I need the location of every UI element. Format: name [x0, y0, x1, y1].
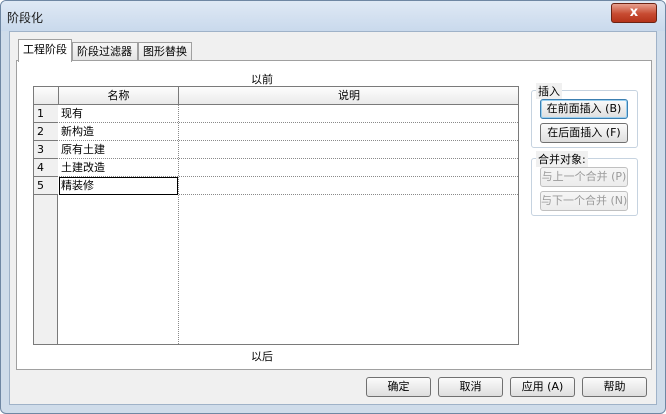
tab-panel: 以前 名称 说明 1 现有 2 新构造 3 原有土建 4 土建改造 5 精装修 … [16, 60, 652, 370]
ok-button[interactable]: 确定 [366, 377, 431, 397]
insert-group-label: 插入 [536, 83, 562, 99]
close-button[interactable]: x [611, 3, 657, 23]
table-header: 名称 说明 [34, 87, 518, 105]
insert-before-button[interactable]: 在前面插入 (B) [540, 99, 628, 119]
phase-description-cell[interactable] [179, 123, 519, 141]
caption-before: 以前 [251, 73, 273, 86]
close-icon: x [629, 5, 639, 20]
merge-group-label: 合并对象: [536, 151, 588, 167]
window-title: 阶段化 [7, 11, 44, 25]
phase-description-cell[interactable] [179, 177, 519, 195]
merge-group: 合并对象: 与上一个合并 (P) 与下一个合并 (N) [531, 151, 638, 216]
row-number: 5 [34, 177, 58, 195]
table-row[interactable]: 3 原有土建 [34, 141, 518, 159]
dialog-client: 工程阶段 阶段过滤器 图形替换 以前 名称 说明 1 现有 2 新构造 3 原有… [9, 31, 657, 405]
table-row[interactable]: 4 土建改造 [34, 159, 518, 177]
row-number: 4 [34, 159, 58, 177]
merge-with-previous-button[interactable]: 与上一个合并 (P) [540, 167, 628, 187]
phase-description-cell[interactable] [179, 105, 519, 123]
insert-group: 插入 在前面插入 (B) 在后面插入 (F) [531, 83, 638, 148]
phase-name-cell[interactable]: 现有 [59, 105, 178, 123]
phase-name-cell[interactable]: 原有土建 [59, 141, 178, 159]
row-number: 1 [34, 105, 58, 123]
column-header-description[interactable]: 说明 [178, 87, 519, 105]
table-row[interactable]: 2 新构造 [34, 123, 518, 141]
phase-name-cell[interactable]: 新构造 [59, 123, 178, 141]
tab-graphic-overrides[interactable]: 图形替换 [138, 42, 192, 61]
table-row[interactable]: 5 精装修 [34, 177, 518, 195]
phasing-dialog: 阶段化 x 工程阶段 阶段过滤器 图形替换 以前 名称 说明 1 现有 2 新构… [0, 0, 666, 414]
phases-table: 名称 说明 1 现有 2 新构造 3 原有土建 4 土建改造 5 精装修 [33, 86, 519, 345]
table-row[interactable]: 1 现有 [34, 105, 518, 123]
title-bar[interactable]: 阶段化 x [1, 1, 665, 31]
phase-name-cell-selected[interactable]: 精装修 [59, 177, 178, 195]
cancel-button[interactable]: 取消 [438, 377, 503, 397]
row-number: 2 [34, 123, 58, 141]
merge-with-next-button[interactable]: 与下一个合并 (N) [540, 191, 628, 211]
phase-name-cell[interactable]: 土建改造 [59, 159, 178, 177]
caption-after: 以后 [251, 350, 273, 363]
tab-project-phases[interactable]: 工程阶段 [18, 39, 72, 62]
phase-description-cell[interactable] [179, 141, 519, 159]
insert-after-button[interactable]: 在后面插入 (F) [540, 123, 628, 143]
apply-button[interactable]: 应用 (A) [510, 377, 575, 397]
row-number: 3 [34, 141, 58, 159]
help-button[interactable]: 帮助 [582, 377, 647, 397]
tab-phase-filters[interactable]: 阶段过滤器 [72, 42, 138, 61]
column-header-name[interactable]: 名称 [58, 87, 178, 105]
phase-description-cell[interactable] [179, 159, 519, 177]
